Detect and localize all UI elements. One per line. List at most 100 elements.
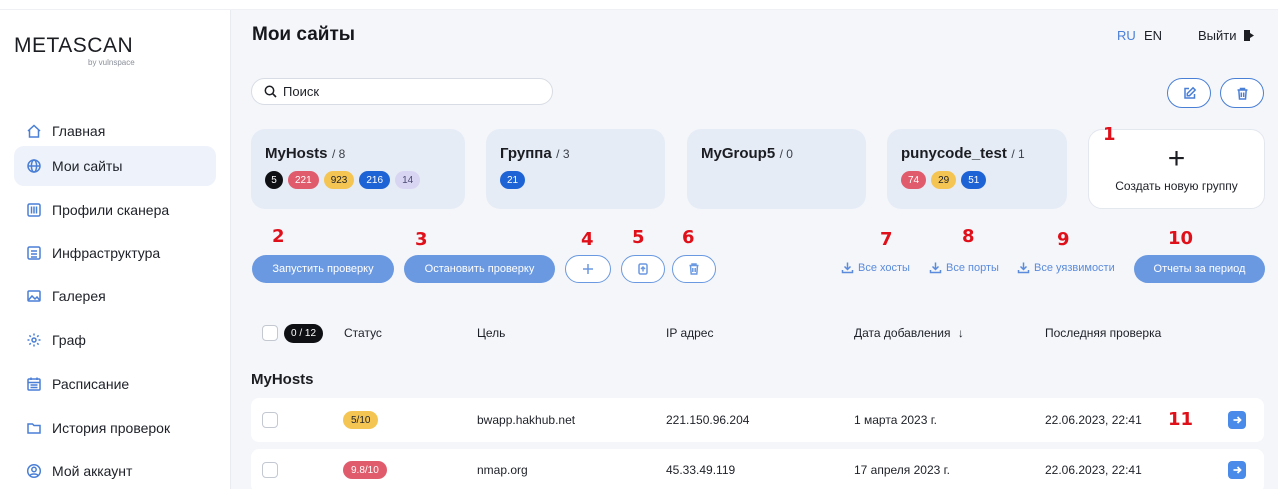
marker-1: 1: [1103, 124, 1116, 145]
top-bar: [0, 0, 1278, 10]
table-group-label: MyHosts: [251, 371, 314, 388]
select-all-checkbox[interactable]: [262, 325, 278, 341]
marker-2: 2: [272, 226, 285, 247]
marker-11: 11: [1168, 409, 1194, 430]
group-name: MyHosts: [265, 145, 328, 162]
group-name: MyGroup5: [701, 145, 776, 162]
group-count: / 1: [1011, 147, 1025, 161]
trash-icon: [1237, 87, 1247, 100]
sidebar-item-label: Расписание: [52, 376, 130, 392]
folder-icon: [26, 420, 42, 436]
table-row[interactable]: 9.8/10 nmap.org 45.33.49.119 17 апреля 2…: [251, 449, 1264, 489]
stop-scan-button[interactable]: Остановить проверку: [404, 255, 555, 283]
sidebar-item-label: Мой аккаунт: [52, 463, 133, 479]
row-checkbox[interactable]: [262, 462, 278, 478]
group-card-punycode-test[interactable]: punycode_test / 1 74 29 51: [887, 129, 1067, 209]
download-label: Все хосты: [858, 261, 910, 274]
sidebar-item-scan-history[interactable]: История проверок: [14, 408, 216, 448]
severity-badge: 21: [500, 171, 526, 189]
search-input[interactable]: [251, 78, 553, 105]
arrow-right-icon: [1233, 416, 1242, 424]
sidebar-item-infrastructure[interactable]: Инфраструктура: [14, 233, 216, 273]
sidebar-item-label: Галерея: [52, 288, 106, 304]
open-site-button[interactable]: [1228, 461, 1246, 479]
sort-arrow-icon: ↓: [957, 326, 964, 340]
group-card-mygroup5[interactable]: MyGroup5 / 0: [687, 129, 866, 209]
main-content: Мои сайты RU EN Выйти MyHosts / 8 5 221 …: [231, 10, 1278, 489]
sidebar-item-label: Инфраструктура: [52, 245, 161, 261]
period-reports-button[interactable]: Отчеты за период: [1134, 255, 1265, 283]
group-count: / 0: [779, 147, 793, 161]
header: Мои сайты RU EN Выйти: [231, 10, 1278, 60]
download-icon: [841, 262, 854, 274]
severity-badge: 29: [931, 171, 957, 189]
lang-ru-button[interactable]: RU: [1117, 28, 1136, 43]
sidebar-item-my-account[interactable]: Мой аккаунт: [14, 451, 216, 489]
add-site-button[interactable]: [565, 255, 611, 283]
marker-9: 9: [1057, 229, 1070, 250]
start-scan-button[interactable]: Запустить проверку: [252, 255, 394, 283]
group-card-myhosts[interactable]: MyHosts / 8 5 221 923 216 14: [251, 129, 465, 209]
date-added-cell: 1 марта 2023 г.: [854, 413, 937, 427]
sidebar-item-label: История проверок: [52, 420, 171, 436]
sidebar-item-label: Профили сканера: [52, 202, 170, 218]
group-name: Группа: [500, 145, 552, 162]
sidebar-item-graph[interactable]: Граф: [14, 320, 216, 360]
sidebar-item-gallery[interactable]: Галерея: [14, 276, 216, 316]
column-header-ip[interactable]: IP адрес: [666, 326, 713, 340]
severity-badge: 216: [359, 171, 391, 189]
edit-icon: [1183, 86, 1196, 99]
group-count: / 8: [331, 147, 346, 161]
marker-5: 5: [632, 227, 645, 248]
search-field[interactable]: [283, 84, 533, 99]
severity-badge: 923: [323, 171, 355, 189]
create-group-label: Создать новую группу: [1115, 179, 1238, 193]
column-header-status[interactable]: Статус: [344, 326, 382, 340]
group-card-gruppa[interactable]: Группа / 3 21: [486, 129, 665, 209]
lang-en-button[interactable]: EN: [1144, 28, 1162, 43]
plus-icon: [583, 264, 593, 274]
column-header-target[interactable]: Цель: [477, 326, 505, 340]
status-badge: 9.8/10: [343, 461, 387, 479]
severity-badge: 221: [288, 171, 319, 189]
sliders-icon: [26, 202, 42, 218]
download-all-ports-link[interactable]: Все порты: [929, 261, 999, 274]
delete-groups-button[interactable]: [1220, 78, 1264, 108]
marker-8: 8: [962, 226, 975, 247]
table-row[interactable]: 5/10 bwapp.hakhub.net 221.150.96.204 1 м…: [251, 398, 1264, 442]
sidebar-item-label: Граф: [52, 332, 86, 348]
edit-button[interactable]: [1167, 78, 1211, 108]
sidebar-item-schedule[interactable]: Расписание: [14, 364, 216, 404]
group-count: / 3: [556, 147, 570, 161]
delete-sites-button[interactable]: [672, 255, 716, 283]
sidebar-item-my-sites[interactable]: Мои сайты: [14, 146, 216, 186]
calendar-icon: [26, 376, 42, 392]
download-all-hosts-link[interactable]: Все хосты: [841, 261, 910, 274]
arrow-right-icon: [1233, 466, 1242, 474]
column-header-date-added[interactable]: Дата добавления ↓: [854, 326, 964, 340]
user-icon: [26, 463, 42, 479]
home-icon: [26, 123, 42, 139]
file-upload-icon: [638, 263, 648, 275]
marker-4: 4: [581, 229, 594, 250]
group-name: punycode_test: [901, 145, 1007, 162]
last-scan-cell: 22.06.2023, 22:41: [1045, 413, 1142, 427]
sidebar-item-label: Главная: [52, 123, 106, 139]
sidebar: METASCAN by vulnspace Главная Мои сайты …: [0, 10, 231, 489]
download-icon: [929, 262, 942, 274]
sidebar-item-scanner-profiles[interactable]: Профили сканера: [14, 190, 216, 230]
row-checkbox[interactable]: [262, 412, 278, 428]
column-header-last-scan[interactable]: Последняя проверка: [1045, 326, 1161, 340]
server-icon: [26, 245, 42, 261]
marker-3: 3: [415, 229, 428, 250]
logo-subtitle: by vulnspace: [88, 58, 135, 67]
import-button[interactable]: [621, 255, 665, 283]
logo: METASCAN: [14, 34, 134, 57]
download-icon: [1017, 262, 1030, 274]
sidebar-item-label: Мои сайты: [52, 158, 123, 174]
open-site-button[interactable]: [1228, 411, 1246, 429]
download-label: Все порты: [946, 261, 999, 274]
logout-button[interactable]: Выйти: [1198, 28, 1256, 43]
sidebar-item-home[interactable]: Главная: [14, 111, 216, 151]
download-all-vulns-link[interactable]: Все уязвимости: [1017, 261, 1115, 274]
